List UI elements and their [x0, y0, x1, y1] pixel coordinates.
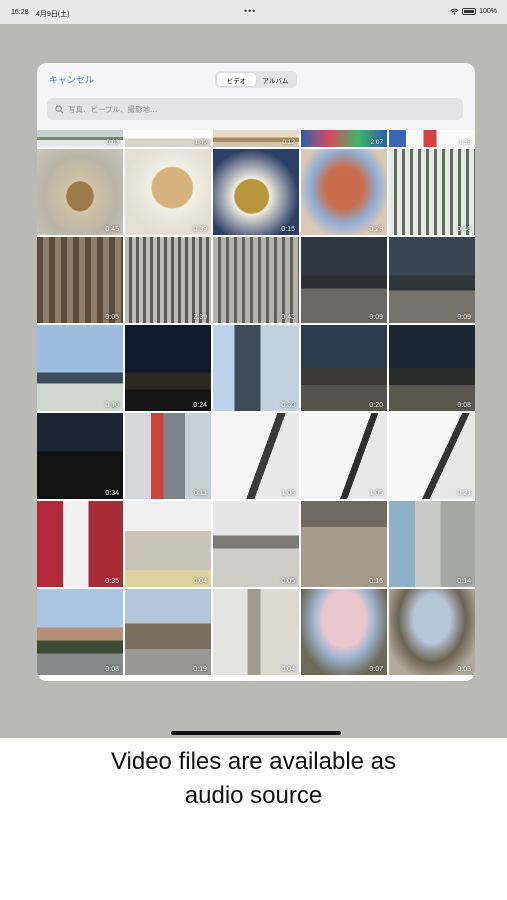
- video-duration: 0:46: [457, 226, 471, 233]
- video-duration: 0:43: [281, 314, 295, 321]
- video-thumbnail[interactable]: 2:39: [125, 237, 211, 323]
- video-duration: 0:03: [106, 139, 119, 146]
- video-thumbnail[interactable]: 0:08: [389, 325, 475, 411]
- video-thumbnail[interactable]: 0:07: [301, 589, 387, 675]
- video-thumbnail-grid: 0:03 1:49 0:12 2:07 1:35 0:45 0:39 0:15 0:28 0:46…: [37, 130, 475, 681]
- video-thumbnail[interactable]: 0:45: [37, 149, 123, 235]
- ipad-screen: 16:28 4月9日(土) ••• 100% キャンセル ビデオ アルバム 写真…: [0, 0, 507, 738]
- video-thumbnail[interactable]: 0:09: [301, 237, 387, 323]
- video-thumbnail[interactable]: 0:04: [213, 589, 299, 675]
- cancel-button[interactable]: キャンセル: [49, 73, 94, 86]
- video-thumbnail[interactable]: 1:06: [213, 413, 299, 499]
- video-duration: 0:04: [193, 578, 207, 585]
- video-thumbnail[interactable]: 0:03: [37, 130, 123, 147]
- video-duration: 0:24: [193, 402, 207, 409]
- video-thumbnail[interactable]: 0:14: [389, 501, 475, 587]
- video-duration: 0:35: [105, 578, 119, 585]
- search-placeholder: 写真、ピープル、撮影地...: [68, 104, 158, 114]
- video-duration: 0:19: [193, 666, 207, 673]
- search-input[interactable]: 写真、ピープル、撮影地...: [47, 98, 463, 120]
- video-duration: 2:39: [193, 314, 207, 321]
- video-thumbnail[interactable]: 0:16: [301, 501, 387, 587]
- video-duration: 0:34: [105, 490, 119, 497]
- video-duration: 0:20: [369, 402, 383, 409]
- video-thumbnail[interactable]: 1:49: [125, 130, 211, 147]
- caption-line-1: Video files are available as: [110, 748, 397, 775]
- video-duration: 0:11: [193, 490, 207, 497]
- video-duration: 0:04: [281, 666, 295, 673]
- video-duration: 1:35: [458, 139, 471, 146]
- video-thumbnail[interactable]: 0:03: [389, 589, 475, 675]
- video-thumbnail[interactable]: 0:46: [389, 149, 475, 235]
- video-thumbnail[interactable]: 0:35: [37, 501, 123, 587]
- status-bar: 16:28 4月9日(土) ••• 100%: [0, 0, 507, 24]
- multitasking-dots-icon[interactable]: •••: [244, 6, 256, 16]
- video-duration: 0:16: [369, 578, 383, 585]
- video-duration: 0:30: [281, 402, 295, 409]
- video-duration: 0:10: [105, 402, 119, 409]
- video-duration: 0:21: [457, 490, 471, 497]
- video-thumbnail[interactable]: 0:39: [125, 149, 211, 235]
- video-duration: 0:05: [281, 578, 295, 585]
- video-duration: 0:08: [105, 666, 119, 673]
- video-duration: 1:06: [281, 490, 295, 497]
- video-thumbnail[interactable]: 0:12: [213, 130, 299, 147]
- video-duration: 0:14: [457, 578, 471, 585]
- video-duration: 0:09: [369, 314, 383, 321]
- video-duration: 0:12: [282, 139, 295, 146]
- video-duration: 0:05: [105, 314, 119, 321]
- status-time: 16:28: [11, 9, 29, 16]
- video-thumbnail[interactable]: 0:04: [125, 501, 211, 587]
- video-duration: 0:28: [369, 226, 383, 233]
- home-indicator[interactable]: [171, 731, 341, 735]
- video-thumbnail[interactable]: 2:07: [301, 130, 387, 147]
- wifi-icon: [450, 8, 459, 15]
- video-thumbnail[interactable]: 0:15: [213, 149, 299, 235]
- video-duration: 1:05: [369, 490, 383, 497]
- video-thumbnail[interactable]: 0:20: [301, 325, 387, 411]
- video-thumbnail[interactable]: 0:11: [125, 413, 211, 499]
- status-date: 4月9日(土): [36, 11, 70, 18]
- search-icon: [55, 104, 64, 113]
- picker-header: キャンセル ビデオ アルバム 写真、ピープル、撮影地...: [37, 63, 475, 129]
- video-thumbnail[interactable]: 0:19: [125, 589, 211, 675]
- video-duration: 0:09: [457, 314, 471, 321]
- video-thumbnail[interactable]: 0:30: [213, 325, 299, 411]
- status-indicators: 100%: [450, 8, 497, 15]
- video-thumbnail[interactable]: 0:43: [213, 237, 299, 323]
- battery-percent: 100%: [479, 8, 497, 15]
- video-thumbnail[interactable]: 0:05: [213, 501, 299, 587]
- video-thumbnail[interactable]: 1:05: [301, 413, 387, 499]
- video-duration: 0:08: [457, 402, 471, 409]
- video-thumbnail[interactable]: 0:24: [125, 325, 211, 411]
- video-duration: 0:07: [369, 666, 383, 673]
- video-thumbnail[interactable]: 0:08: [37, 589, 123, 675]
- caption-line-2: audio source: [184, 782, 323, 809]
- video-duration: 0:15: [281, 226, 295, 233]
- video-duration: 0:03: [457, 666, 471, 673]
- video-duration: 0:39: [193, 226, 207, 233]
- caption: Video files are available as audio sourc…: [0, 745, 507, 813]
- battery-icon: [462, 8, 477, 15]
- video-duration: 0:45: [105, 226, 119, 233]
- video-duration: 1:49: [194, 139, 207, 146]
- video-thumbnail[interactable]: 0:05: [37, 237, 123, 323]
- video-thumbnail[interactable]: 0:09: [389, 237, 475, 323]
- video-thumbnail[interactable]: 0:28: [301, 149, 387, 235]
- tab-video[interactable]: ビデオ: [217, 73, 256, 86]
- video-thumbnail[interactable]: 1:35: [389, 130, 475, 147]
- video-duration: 2:07: [370, 139, 383, 146]
- tab-album[interactable]: アルバム: [256, 73, 295, 86]
- photo-picker-sheet: キャンセル ビデオ アルバム 写真、ピープル、撮影地... 0:03 1:49 0:…: [37, 63, 475, 681]
- video-thumbnail[interactable]: 0:10: [37, 325, 123, 411]
- source-segmented-control: ビデオ アルバム: [215, 71, 297, 88]
- video-thumbnail[interactable]: 0:21: [389, 413, 475, 499]
- video-thumbnail[interactable]: 0:34: [37, 413, 123, 499]
